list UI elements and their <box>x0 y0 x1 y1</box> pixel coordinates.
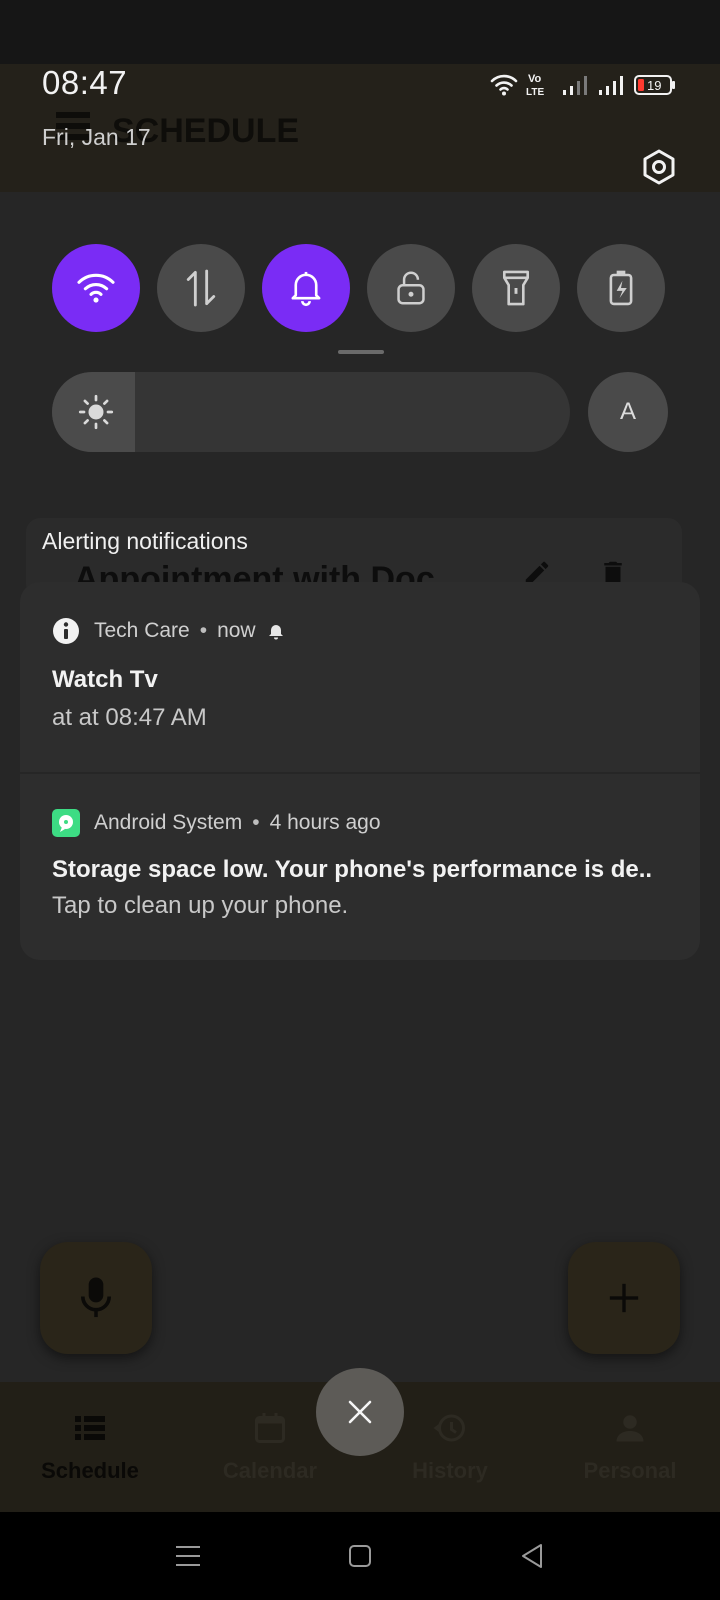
notification-text: at at 08:47 AM <box>52 704 207 731</box>
voice-fab <box>40 1242 152 1354</box>
home-button[interactable] <box>342 1538 378 1574</box>
notification-header: Android System • 4 hours ago <box>52 808 381 838</box>
qs-tile-mobile-data[interactable] <box>157 244 245 332</box>
mobile-data-icon <box>186 269 216 307</box>
battery-level: 19 <box>647 78 661 93</box>
notification-app-name: Android System <box>94 811 243 834</box>
notification-text: Tap to clean up your phone. <box>52 892 349 919</box>
nav-schedule-label: Schedule <box>41 1458 139 1483</box>
quick-settings-row <box>52 244 672 332</box>
back-icon <box>522 1544 542 1568</box>
history-icon <box>433 1414 465 1442</box>
notification-time: now <box>217 619 256 642</box>
info-icon <box>52 617 80 645</box>
volte-label-bottom: LTE <box>526 87 544 98</box>
nav-calendar-label: Calendar <box>222 1458 318 1483</box>
plus-icon <box>609 1283 639 1313</box>
section-title: Alerting notifications <box>42 528 248 554</box>
qs-tile-rotation-lock[interactable] <box>367 244 455 332</box>
notification-header: Tech Care • now <box>52 616 284 646</box>
brightness-icon <box>78 394 114 430</box>
menu-icon <box>176 1546 200 1566</box>
settings-icon[interactable] <box>640 148 678 186</box>
lock-open-icon <box>397 271 425 305</box>
nav-schedule: Schedule <box>0 1382 180 1512</box>
nav-history-label: History <box>412 1458 488 1483</box>
system-navigation-bar <box>0 1512 720 1600</box>
list-icon <box>75 1416 105 1440</box>
signal-icon <box>599 76 623 95</box>
qs-tile-flashlight[interactable] <box>472 244 560 332</box>
notification-time: 4 hours ago <box>269 811 381 834</box>
notification-app-name: Tech Care <box>94 619 190 642</box>
bell-icon <box>291 271 321 307</box>
notification-title: Storage space low. Your phone's performa… <box>52 856 653 883</box>
background-top-strip <box>0 0 720 64</box>
qs-tile-sound[interactable] <box>262 244 350 332</box>
notification-panel: Tech Care • now Watch Tv at at 08:47 AM … <box>20 582 700 960</box>
brightness-slider[interactable] <box>52 372 570 452</box>
add-fab <box>568 1242 680 1354</box>
status-clock: 08:47 <box>42 64 128 101</box>
auto-brightness-button[interactable]: A <box>588 372 668 452</box>
home-icon <box>349 1545 371 1567</box>
nav-personal: Personal <box>540 1382 720 1512</box>
volte-label-top: Vo <box>528 73 542 85</box>
qs-tile-battery-saver[interactable] <box>577 244 665 332</box>
wifi-icon <box>77 273 115 303</box>
bell-icon <box>268 625 283 640</box>
battery-icon: 19 <box>634 75 675 95</box>
close-icon <box>348 1400 372 1424</box>
person-icon <box>616 1415 644 1442</box>
separator-dot: • <box>252 811 260 834</box>
dismiss-all-button[interactable] <box>316 1368 404 1456</box>
calendar-icon <box>255 1413 285 1443</box>
battery-charging-icon <box>609 270 633 306</box>
flashlight-icon <box>502 270 530 306</box>
recents-button[interactable] <box>170 1538 206 1574</box>
drag-handle[interactable] <box>338 350 384 354</box>
status-date: Fri, Jan 17 <box>42 124 151 150</box>
notification-title: Watch Tv <box>52 666 158 693</box>
qs-tile-wifi[interactable] <box>52 244 140 332</box>
signal-icon <box>563 76 587 95</box>
notification-android-system[interactable]: Android System • 4 hours ago Storage spa… <box>20 774 700 960</box>
wifi-icon <box>490 74 518 96</box>
status-icons: Vo LTE 19 <box>490 70 676 100</box>
volte-icon: Vo LTE <box>526 73 544 98</box>
mic-icon <box>80 1277 112 1318</box>
nav-personal-label: Personal <box>583 1458 677 1483</box>
separator-dot: • <box>199 619 208 642</box>
android-system-icon <box>52 809 80 837</box>
notification-tech-care[interactable]: Tech Care • now Watch Tv at at 08:47 AM <box>20 582 700 772</box>
back-button[interactable] <box>514 1538 550 1574</box>
